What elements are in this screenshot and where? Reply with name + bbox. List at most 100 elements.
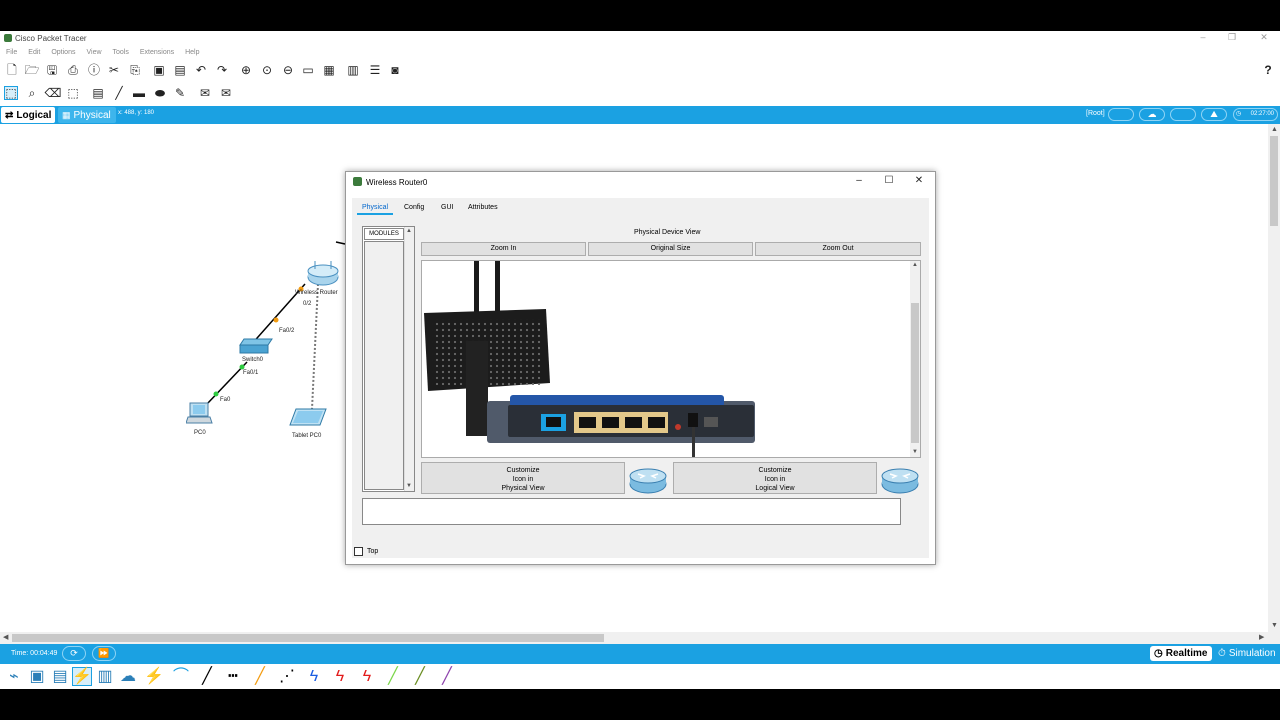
scroll-up-icon[interactable]: ▲: [1271, 126, 1278, 133]
usb-cable-icon[interactable]: ╱: [437, 667, 457, 686]
open-icon[interactable]: 🗁: [25, 63, 40, 77]
switch-node[interactable]: [238, 337, 274, 355]
iot-cable-icon[interactable]: ╱: [410, 667, 430, 686]
coaxial-cable-icon[interactable]: ϟ: [304, 667, 324, 686]
serial-dte-cable-icon[interactable]: ϟ: [357, 667, 377, 686]
dialog-minimize-button[interactable]: –: [849, 175, 869, 186]
straight-through-cable-icon[interactable]: ╱: [197, 667, 217, 686]
scroll-left-icon[interactable]: ◀: [3, 633, 8, 641]
pc-node[interactable]: [186, 401, 214, 427]
top-checkbox[interactable]: Top: [354, 547, 378, 556]
end-devices-icon[interactable]: ▣: [27, 667, 47, 686]
scissors-icon[interactable]: ✂: [107, 63, 121, 77]
horizontal-scroll-thumb[interactable]: [12, 634, 604, 642]
custom-device-icon[interactable]: ▦: [322, 63, 336, 77]
delete-icon[interactable]: ⌫: [45, 86, 62, 100]
customize-logical-button[interactable]: Customize Icon in Logical View: [673, 462, 877, 494]
auto-connection-icon[interactable]: ⚡: [144, 667, 164, 686]
undo-icon[interactable]: ↶: [194, 63, 208, 77]
root-label[interactable]: [Root]: [1086, 110, 1105, 117]
viewer-scroll-thumb[interactable]: [911, 303, 919, 443]
viewer-scroll-up-icon[interactable]: ▲: [912, 262, 918, 268]
zoom-in-icon[interactable]: ⊕: [239, 63, 253, 77]
add-complex-pdu-icon[interactable]: ✉: [219, 86, 233, 100]
simulation-mode-button[interactable]: ⏱ Simulation: [1214, 646, 1280, 661]
inspect-icon[interactable]: ⌕: [25, 86, 39, 100]
rectangle-icon[interactable]: ▬: [132, 86, 146, 100]
notes-icon[interactable]: ▥: [346, 63, 360, 77]
tablet-node[interactable]: [288, 408, 328, 428]
menu-extensions[interactable]: Extensions: [140, 46, 174, 59]
horizontal-scrollbar[interactable]: ◀ ▶: [0, 632, 1268, 644]
scroll-right-icon[interactable]: ▶: [1259, 633, 1264, 641]
dialog-maximize-button[interactable]: ☐: [879, 175, 899, 186]
palette-icon[interactable]: ▭: [301, 63, 315, 77]
print-icon[interactable]: ⎙: [66, 63, 80, 77]
freeform-icon[interactable]: ✎: [173, 86, 187, 100]
add-simple-pdu-icon[interactable]: ✉: [198, 86, 212, 100]
modules-scrollbar[interactable]: ▲ ▼: [404, 227, 414, 491]
octal-cable-icon[interactable]: ╱: [383, 667, 403, 686]
minimize-button[interactable]: –: [1193, 32, 1213, 42]
close-button[interactable]: ✕: [1254, 32, 1274, 43]
zoom-in-button[interactable]: Zoom In: [421, 242, 586, 256]
vertical-scrollbar[interactable]: ▲ ▼: [1268, 124, 1280, 644]
modules-scroll-down-icon[interactable]: ▼: [406, 483, 412, 489]
components-icon[interactable]: ▤: [50, 667, 70, 686]
viewport-icon[interactable]: ⛰: [1201, 108, 1227, 121]
maximize-button[interactable]: ❐: [1222, 32, 1242, 43]
viewer-scroll-down-icon[interactable]: ▼: [912, 449, 918, 455]
fast-forward-icon[interactable]: ⏩: [92, 646, 116, 661]
new-cluster-icon[interactable]: ☁: [1139, 108, 1165, 121]
network-devices-icon[interactable]: ⌁: [4, 667, 24, 686]
activity-wizard-icon[interactable]: ⓘ: [87, 63, 101, 77]
scroll-down-icon[interactable]: ▼: [1271, 622, 1278, 629]
menu-help[interactable]: Help: [185, 46, 199, 59]
back-button[interactable]: [1108, 108, 1134, 121]
tab-physical-device[interactable]: Physical: [356, 204, 394, 215]
phone-cable-icon[interactable]: ⋰: [277, 667, 297, 686]
tab-config[interactable]: Config: [404, 204, 424, 211]
serial-dce-cable-icon[interactable]: ϟ: [330, 667, 350, 686]
misc-icon[interactable]: ▥: [95, 667, 115, 686]
note-icon[interactable]: ▤: [91, 86, 105, 100]
clipboard-icon[interactable]: ▤: [173, 63, 187, 77]
ellipse-icon[interactable]: ⬬: [153, 86, 167, 100]
connections-icon[interactable]: ⚡: [72, 667, 92, 686]
redo-icon[interactable]: ↷: [215, 63, 229, 77]
zoom-out-icon[interactable]: ⊖: [281, 63, 295, 77]
wireless-router-node[interactable]: [305, 259, 341, 287]
vertical-scroll-thumb[interactable]: [1270, 136, 1278, 226]
menu-options[interactable]: Options: [51, 46, 75, 59]
tab-physical[interactable]: ▦ Physical: [58, 107, 116, 123]
menu-file[interactable]: File: [6, 46, 17, 59]
console-cable-icon[interactable]: ⌒: [171, 667, 191, 686]
realtime-mode-button[interactable]: ◷ Realtime: [1150, 646, 1212, 661]
screenshot-icon[interactable]: ◙: [388, 63, 402, 77]
menu-view[interactable]: View: [86, 46, 101, 59]
menu-tools[interactable]: Tools: [113, 46, 129, 59]
original-size-button[interactable]: Original Size: [588, 242, 753, 256]
select-icon[interactable]: ⬚: [4, 86, 18, 100]
move-object-icon[interactable]: [1170, 108, 1196, 121]
zoom-reset-icon[interactable]: ⊙: [260, 63, 274, 77]
line-icon[interactable]: ╱: [112, 86, 126, 100]
help-button[interactable]: ?: [1261, 63, 1275, 77]
customize-physical-button[interactable]: Customize Icon in Physical View: [421, 462, 625, 494]
top-checkbox-box[interactable]: [354, 547, 363, 556]
physical-device-viewer[interactable]: ▲ ▼: [421, 260, 921, 458]
cluster-icon[interactable]: ☰: [368, 63, 382, 77]
tab-logical[interactable]: ⇄ Logical: [1, 107, 55, 123]
device-info-textbox[interactable]: [362, 498, 901, 525]
modules-list[interactable]: [364, 241, 404, 490]
copy-icon[interactable]: ⎘: [128, 63, 142, 77]
modules-scroll-up-icon[interactable]: ▲: [406, 228, 412, 234]
save-icon[interactable]: 🖫: [45, 63, 59, 77]
resize-icon[interactable]: ⬚: [66, 86, 80, 100]
tab-attributes[interactable]: Attributes: [468, 204, 498, 211]
multiuser-icon[interactable]: ☁: [118, 667, 138, 686]
menu-edit[interactable]: Edit: [28, 46, 40, 59]
tab-gui[interactable]: GUI: [441, 204, 453, 211]
viewer-scrollbar[interactable]: ▲ ▼: [910, 261, 920, 457]
fiber-cable-icon[interactable]: ╱: [250, 667, 270, 686]
